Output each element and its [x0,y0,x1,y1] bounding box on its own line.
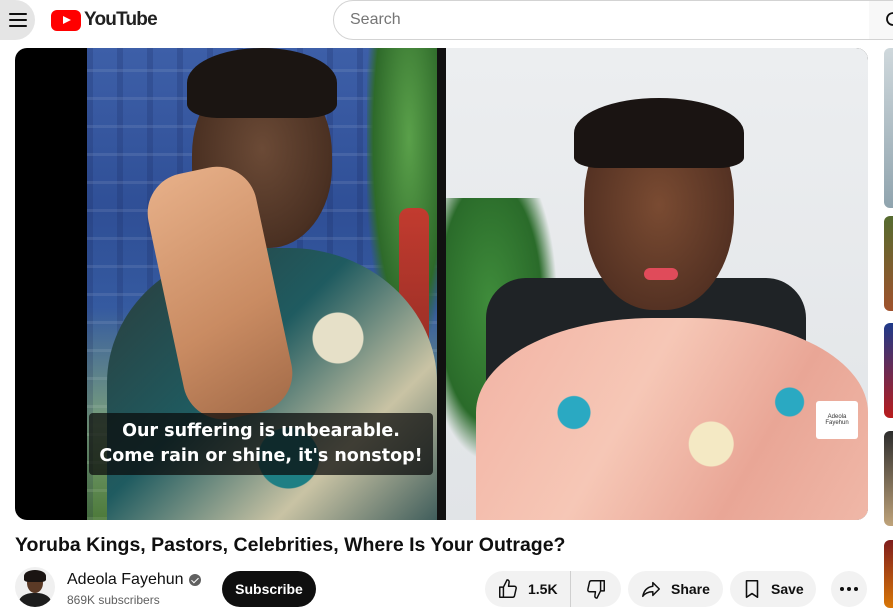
share-icon [642,581,660,598]
caption-line: Our suffering is unbearable. [122,421,400,441]
search-box[interactable] [333,0,870,40]
like-button[interactable]: 1.5K [485,571,571,607]
verified-icon [188,574,201,586]
guide-menu-button[interactable] [0,0,35,40]
related-video-thumbnail[interactable] [884,48,893,208]
dislike-button[interactable] [571,571,621,607]
share-button[interactable]: Share [628,571,723,607]
thumbs-up-icon [499,579,517,598]
menu-icon [8,13,27,27]
more-icon [840,587,858,591]
related-video-thumbnail[interactable] [884,540,893,608]
thumbs-down-icon [587,580,605,599]
masthead: YouTube [0,0,893,40]
related-video-thumbnail[interactable] [884,323,893,418]
youtube-logo-icon [51,9,81,31]
video-right-pane: Adeola Fayehun [446,48,868,520]
save-button[interactable]: Save [730,571,816,607]
subscribe-button[interactable]: Subscribe [222,571,316,607]
channel-name: Adeola Fayehun [67,571,184,588]
save-label: Save [771,581,804,597]
channel-watermark: Adeola Fayehun [816,401,858,439]
search-input[interactable] [350,11,869,29]
related-video-thumbnail[interactable] [884,216,893,311]
video-title: Yoruba Kings, Pastors, Celebrities, Wher… [15,534,566,556]
subscriber-count: 869K subscribers [67,593,160,607]
search-button[interactable] [869,0,893,40]
youtube-logo[interactable]: YouTube [51,9,158,31]
like-count: 1.5K [528,581,558,597]
logo-wordmark: YouTube [84,9,158,30]
related-video-thumbnail[interactable] [884,431,893,526]
video-captions: Our suffering is unbearable. Come rain o… [89,413,433,475]
caption-line: Come rain or shine, it's nonstop! [99,446,423,466]
channel-name-link[interactable]: Adeola Fayehun [67,571,201,589]
channel-avatar[interactable] [15,567,55,607]
video-player[interactable]: Adeola Fayehun Our suffering is unbearab… [15,48,868,520]
search-icon [886,12,893,26]
like-dislike-group: 1.5K [485,571,621,607]
share-label: Share [671,581,710,597]
save-icon [745,579,759,599]
more-actions-button[interactable] [831,571,867,607]
split-divider [437,48,446,520]
